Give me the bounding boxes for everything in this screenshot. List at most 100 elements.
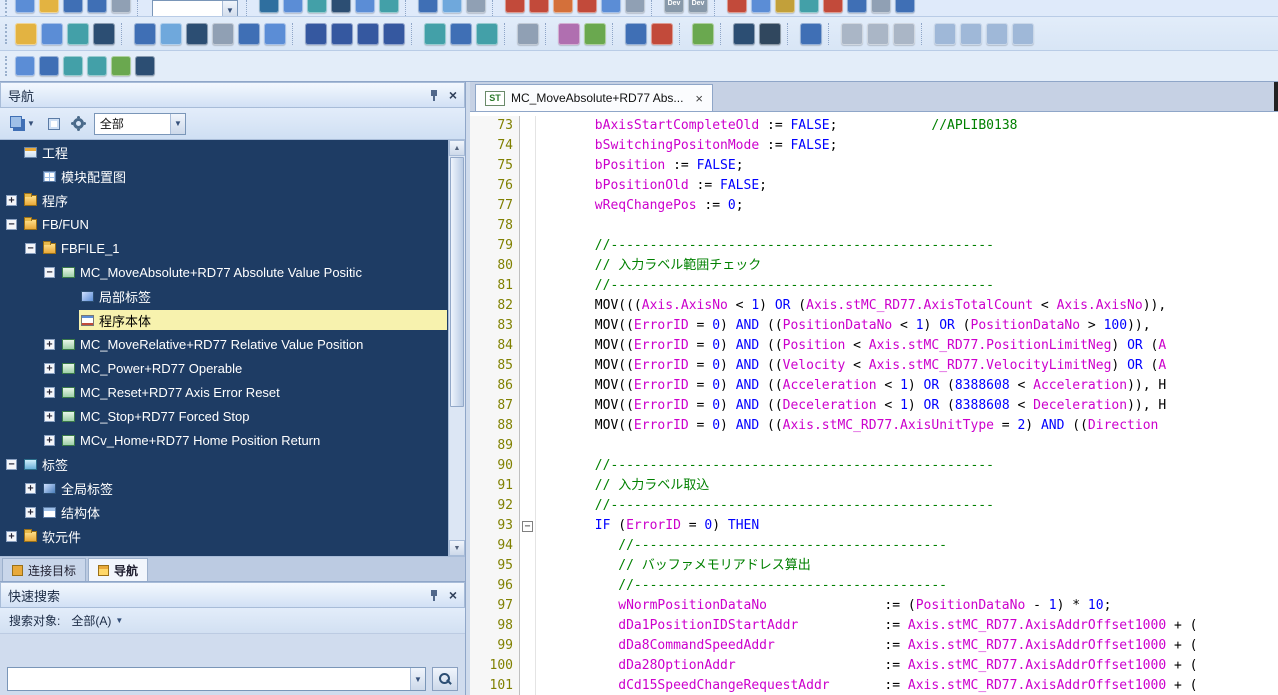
tree-expand-toggle[interactable]: + <box>44 411 55 422</box>
toolbar-icon[interactable] <box>135 56 155 76</box>
toolbar-icon[interactable]: Dev <box>664 0 684 13</box>
st-code-editor[interactable]: 73 bAxisStartCompleteOld := FALSE; //APL… <box>470 112 1278 695</box>
tree-item[interactable]: +软元件 <box>0 524 465 548</box>
toolbar-grip[interactable] <box>5 24 9 44</box>
toolbar-icon[interactable] <box>259 0 279 13</box>
toolbar-grip[interactable] <box>5 0 9 17</box>
toolbar-icon[interactable] <box>466 0 486 13</box>
toolbar-icon[interactable] <box>15 23 37 45</box>
scroll-up-icon[interactable]: ▲ <box>449 140 465 156</box>
tree-item[interactable]: +结构体 <box>0 500 465 524</box>
toolbar-icon[interactable] <box>847 0 867 13</box>
toolbar-icon[interactable] <box>111 56 131 76</box>
toolbar-icon[interactable] <box>841 23 863 45</box>
toolbar-icon[interactable] <box>67 23 89 45</box>
toolbar-icon[interactable] <box>1012 23 1034 45</box>
tree-item[interactable]: 局部标签 <box>0 284 465 308</box>
tree-expand-toggle[interactable]: − <box>6 459 17 470</box>
tree-expand-toggle[interactable]: + <box>44 363 55 374</box>
pane-tab-inactive[interactable]: 连接目标 <box>2 558 86 581</box>
close-icon[interactable]: × <box>449 588 457 602</box>
tree-item[interactable]: +MCv_Home+RD77 Home Position Return <box>0 428 465 452</box>
toolbar-icon[interactable] <box>799 0 819 13</box>
display-mode-button[interactable]: ▼ <box>7 113 38 135</box>
toolbar-icon[interactable] <box>305 23 327 45</box>
toolbar-icon[interactable] <box>625 23 647 45</box>
toolbar-icon[interactable] <box>87 0 107 13</box>
close-icon[interactable]: × <box>449 88 457 102</box>
fold-toggle[interactable]: − <box>522 521 533 532</box>
tree-item[interactable]: +程序 <box>0 188 465 212</box>
tree-expand-toggle[interactable]: + <box>6 531 17 542</box>
tree-expand-toggle[interactable]: − <box>44 267 55 278</box>
toolbar-icon[interactable] <box>331 23 353 45</box>
tree-item[interactable]: 工程 <box>0 140 465 164</box>
toolbar-icon[interactable] <box>584 23 606 45</box>
toolbar-icon[interactable] <box>871 0 891 13</box>
toolbar-icon[interactable] <box>186 23 208 45</box>
toolbar-icon[interactable] <box>577 0 597 13</box>
toolbar-icon[interactable] <box>960 23 982 45</box>
tree-item[interactable]: +MC_Reset+RD77 Axis Error Reset <box>0 380 465 404</box>
toolbar-icon[interactable] <box>759 23 781 45</box>
collapse-all-button[interactable] <box>45 113 63 135</box>
tree-item[interactable]: 模块配置图 <box>0 164 465 188</box>
toolbar-icon[interactable] <box>601 0 621 13</box>
tree-item[interactable]: +全局标签 <box>0 476 465 500</box>
tree-expand-toggle[interactable]: + <box>25 507 36 518</box>
toolbar-icon[interactable] <box>307 0 327 13</box>
toolbar-icon[interactable] <box>450 23 472 45</box>
tree-expand-toggle[interactable]: − <box>25 243 36 254</box>
search-button[interactable] <box>432 667 458 691</box>
toolbar-icon[interactable] <box>692 23 714 45</box>
toolbar-icon[interactable] <box>39 0 59 13</box>
toolbar-icon[interactable] <box>264 23 286 45</box>
toolbar-icon[interactable] <box>733 23 755 45</box>
toolbar-icon[interactable] <box>727 0 747 13</box>
tree-item[interactable]: −标签 <box>0 452 465 476</box>
tree-item[interactable]: 程序本体 <box>0 308 465 332</box>
search-combo[interactable]: ▼ <box>7 667 426 691</box>
toolbar-icon[interactable] <box>39 56 59 76</box>
tree-expand-toggle[interactable]: − <box>6 219 17 230</box>
toolbar-icon[interactable] <box>625 0 645 13</box>
toolbar-icon[interactable] <box>357 23 379 45</box>
tree-item[interactable]: +MC_MoveRelative+RD77 Relative Value Pos… <box>0 332 465 356</box>
search-target-dropdown[interactable]: 全部(A) ▼ <box>67 610 127 631</box>
toolbar-icon[interactable] <box>558 23 580 45</box>
chevron-down-icon[interactable]: ▼ <box>410 668 425 690</box>
toolbar-icon[interactable] <box>93 23 115 45</box>
toolbar-icon[interactable] <box>775 0 795 13</box>
chevron-down-icon[interactable]: ▼ <box>170 114 185 134</box>
toolbar-icon[interactable] <box>238 23 260 45</box>
toolbar-icon[interactable]: Dev <box>688 0 708 13</box>
toolbar-icon[interactable] <box>160 23 182 45</box>
tab-close-icon[interactable]: × <box>695 91 703 106</box>
toolbar-icon[interactable] <box>895 0 915 13</box>
toolbar-icon[interactable] <box>867 23 889 45</box>
settings-button[interactable] <box>70 113 87 135</box>
pin-icon[interactable] <box>429 89 439 102</box>
toolbar-icon[interactable] <box>63 56 83 76</box>
tree-expand-toggle[interactable]: + <box>44 387 55 398</box>
pin-icon[interactable] <box>429 589 439 602</box>
editor-tab[interactable]: ST MC_MoveAbsolute+RD77 Abs... × <box>475 84 713 111</box>
toolbar-icon[interactable] <box>505 0 525 13</box>
toolbar-icon[interactable] <box>331 0 351 13</box>
toolbar-icon[interactable] <box>383 23 405 45</box>
toolbar-icon[interactable] <box>134 23 156 45</box>
toolbar-icon[interactable] <box>63 0 83 13</box>
toolbar-icon[interactable] <box>111 0 131 13</box>
toolbar-icon[interactable] <box>751 0 771 13</box>
tree-filter-combo[interactable]: 全部 ▼ <box>94 113 186 135</box>
toolbar-icon[interactable] <box>476 23 498 45</box>
tree-item[interactable]: +MC_Power+RD77 Operable <box>0 356 465 380</box>
scroll-down-icon[interactable]: ▼ <box>449 540 465 556</box>
toolbar-grip[interactable] <box>5 56 9 76</box>
toolbar-icon[interactable] <box>893 23 915 45</box>
toolbar-icon[interactable] <box>517 23 539 45</box>
toolbar-icon[interactable] <box>800 23 822 45</box>
toolbar-combo[interactable]: ▼ <box>152 0 238 17</box>
toolbar-icon[interactable] <box>529 0 549 13</box>
toolbar-icon[interactable] <box>15 0 35 13</box>
